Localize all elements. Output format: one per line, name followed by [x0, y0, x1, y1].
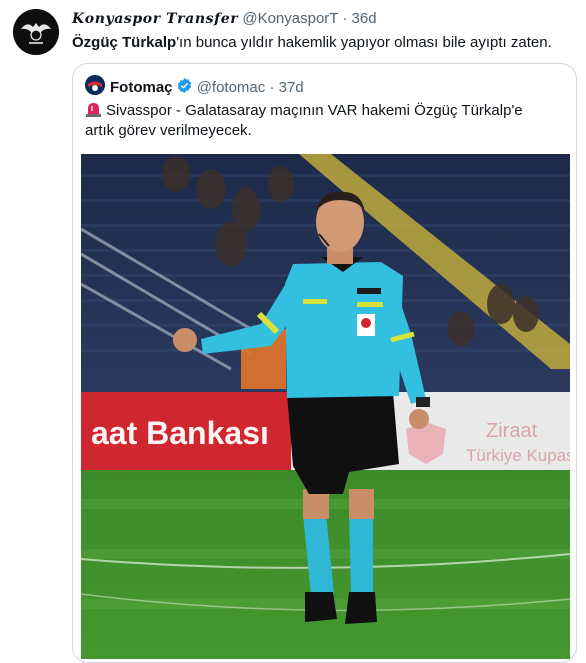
verified-badge-icon — [176, 77, 193, 98]
tweet-text-body: 'ın bunca yıldır hakemlik yapıyor olması… — [176, 34, 552, 51]
referee-photo-graphic: aat Bankası Ziraat Türkiye Kupası — [81, 154, 570, 659]
tweet-text: Özgüç Türkalp'ın bunca yıldır hakemlik y… — [72, 33, 552, 53]
author-name[interactable]: 𝑲𝒐𝒏𝒚𝒂𝒔𝒑𝒐𝒓 𝑻𝒓𝒂𝒏𝒔𝒇𝒆𝒓 — [72, 11, 238, 27]
quoted-author-avatar[interactable] — [85, 75, 105, 95]
author-avatar[interactable] — [13, 9, 59, 55]
konyaspor-logo-icon — [13, 9, 59, 55]
referee-photo[interactable]: aat Bankası Ziraat Türkiye Kupası — [81, 154, 570, 659]
tweet-text-mention: Özgüç Türkalp — [72, 34, 177, 51]
quoted-author-name[interactable]: Fotomaç — [110, 79, 173, 96]
separator-dot: · — [342, 10, 348, 27]
fotomac-logo-icon — [85, 75, 105, 95]
board-right-text-2: Türkiye Kupası — [466, 446, 570, 465]
tweet-time[interactable]: 36d — [352, 10, 377, 27]
quoted-text: Sivasspor - Galatasaray maçının VAR hake… — [85, 101, 555, 141]
author-handle[interactable]: @KonyasporT — [242, 10, 338, 27]
quoted-header: Fotomaç @fotomac · 37d — [110, 77, 304, 98]
board-right-text-1: Ziraat — [486, 420, 538, 442]
quoted-separator-dot: · — [269, 79, 275, 96]
tweet-header: 𝑲𝒐𝒏𝒚𝒂𝒔𝒑𝒐𝒓 𝑻𝒓𝒂𝒏𝒔𝒇𝒆𝒓 @KonyasporT · 36d — [72, 10, 377, 28]
quoted-tweet-card[interactable]: Fotomaç @fotomac · 37d Sivasspor - Galat… — [72, 63, 577, 663]
quoted-text-body: Sivasspor - Galatasaray maçının VAR hake… — [85, 102, 523, 139]
quoted-time[interactable]: 37d — [279, 79, 304, 96]
board-left-text: aat Bankası — [91, 415, 269, 451]
police-siren-icon — [85, 101, 102, 117]
quoted-handle[interactable]: @fotomac — [197, 79, 266, 96]
